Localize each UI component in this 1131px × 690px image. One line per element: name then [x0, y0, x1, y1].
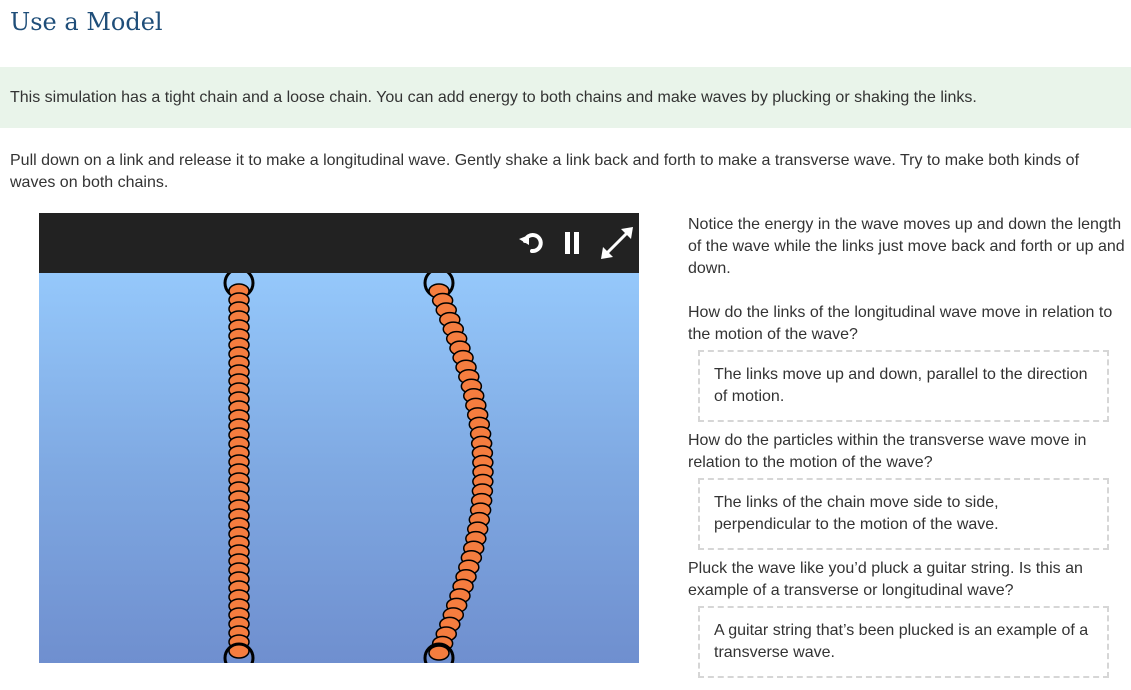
instructions-text: Pull down on a link and release it to ma… — [10, 152, 1080, 191]
intro-text: This simulation has a tight chain and a … — [10, 89, 977, 106]
reset-icon — [519, 233, 543, 254]
page: Use a Model This simulation has a tight … — [0, 0, 1131, 690]
question-2-prompt: How do the particles within the transver… — [688, 432, 1087, 471]
answer-2-text: The links of the chain move side to side… — [714, 494, 999, 533]
reset-button[interactable] — [515, 225, 549, 261]
simulation-toolbar — [39, 213, 639, 273]
page-title: Use a Model — [10, 8, 163, 36]
question-3-prompt: Pluck the wave like you’d pluck a guitar… — [688, 560, 1083, 599]
chains-drawing — [223, 273, 494, 663]
answer-3-text: A guitar string that’s been plucked is a… — [714, 622, 1089, 661]
answer-1-box[interactable]: The links move up and down, parallel to … — [698, 350, 1109, 422]
wave-simulation[interactable] — [39, 213, 639, 663]
question-1-prompt: How do the links of the longitudinal wav… — [688, 304, 1113, 343]
fullscreen-button[interactable] — [597, 225, 633, 261]
fullscreen-icon — [601, 227, 633, 259]
loose-chain-link[interactable] — [428, 645, 450, 661]
pause-icon — [565, 232, 579, 254]
intro-banner: This simulation has a tight chain and a … — [0, 67, 1131, 128]
answer-1-text: The links move up and down, parallel to … — [714, 366, 1088, 405]
notice-text: Notice the energy in the wave moves up a… — [688, 216, 1125, 277]
answer-3-box[interactable]: A guitar string that’s been plucked is a… — [698, 606, 1109, 678]
pause-button[interactable] — [555, 225, 589, 261]
answer-2-box[interactable]: The links of the chain move side to side… — [698, 478, 1109, 550]
simulation-canvas[interactable] — [39, 273, 639, 663]
